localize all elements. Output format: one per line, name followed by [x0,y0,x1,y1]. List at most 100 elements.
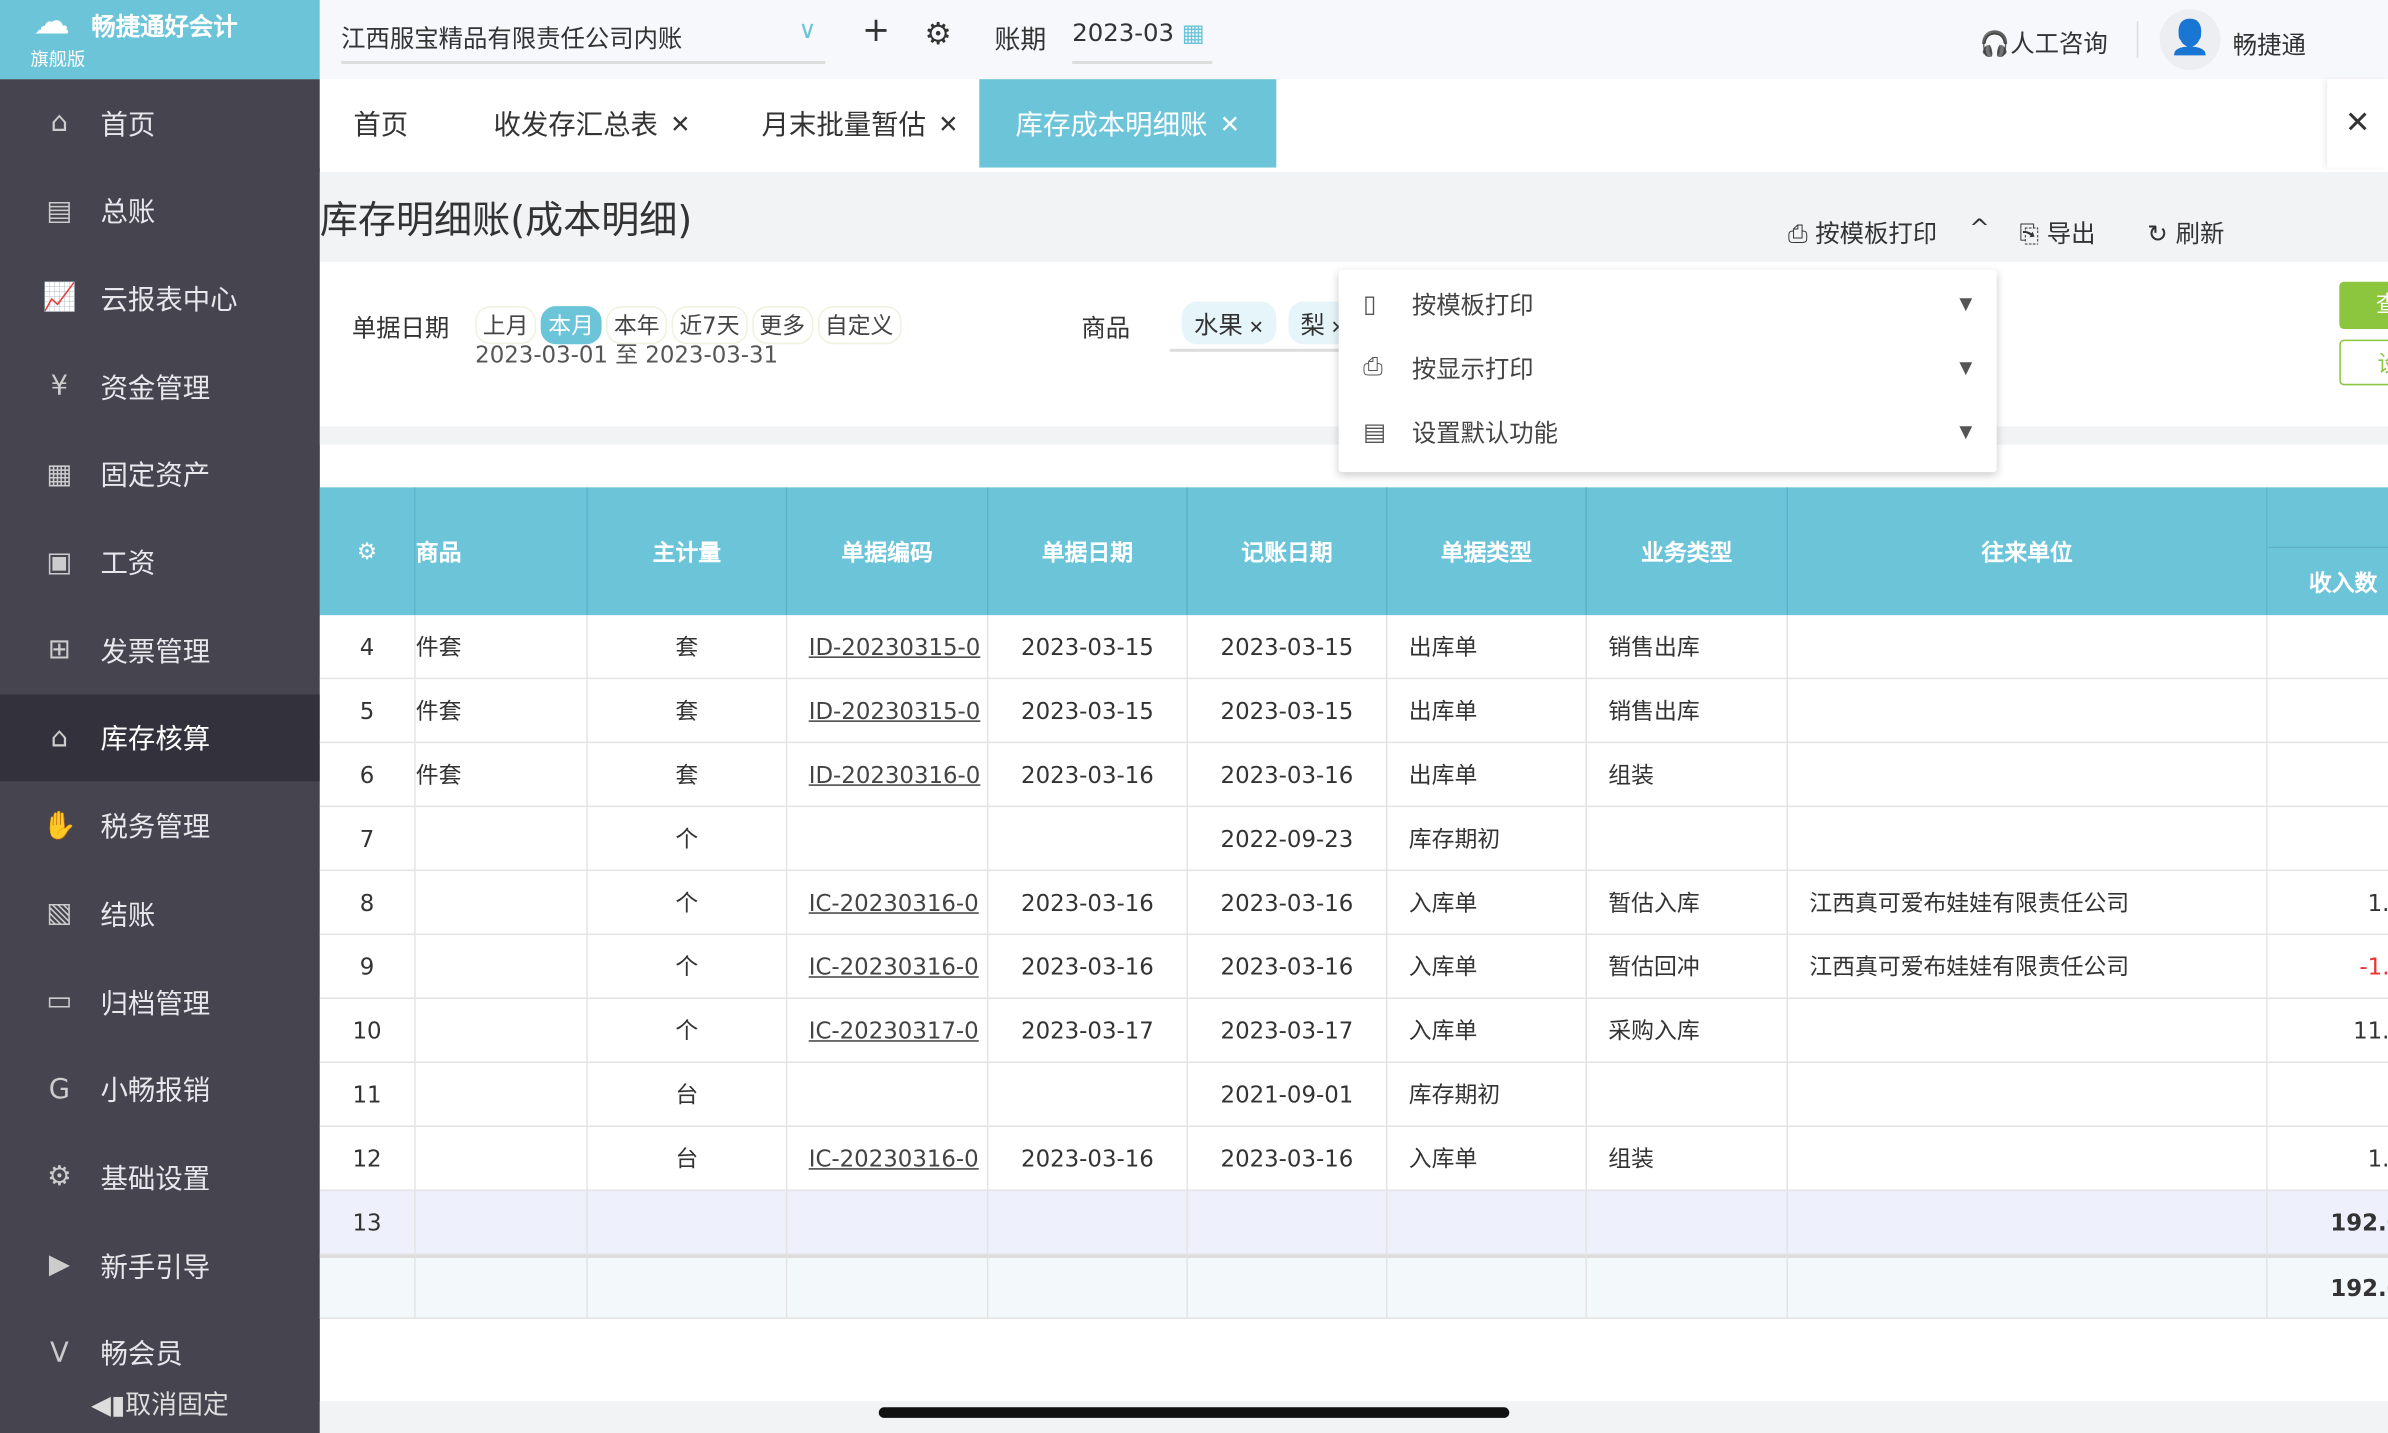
close-all-tabs-button[interactable]: ✕ [2327,79,2388,168]
document-link[interactable]: IC-20230317-0 [809,1017,979,1044]
cell-text: 2023-03-15 [1021,696,1154,725]
document-link[interactable]: ID-20230315-0 [809,633,981,660]
table-cell[interactable]: IC-20230316-0 [787,935,989,1000]
print-template-button[interactable]: ⎙ 按模板打印 [1788,213,1937,250]
column-header[interactable]: 单据日期 [988,487,1188,616]
table-cell: 6 [319,743,416,808]
export-button[interactable]: ⎘ 导出 [2019,213,2095,250]
query-button[interactable]: 查 [2339,281,2388,329]
table-cell[interactable]: ID-20230316-0 [787,743,989,808]
caret-down-icon[interactable]: ▼ [1959,293,1972,313]
cell-text: 套 [675,633,699,661]
tab-3[interactable]: 库存成本明细账 ✕ [979,79,1277,168]
column-header-label: 业务类型 [1641,538,1733,566]
table-cell[interactable]: ID-20230315-0 [787,615,989,680]
add-icon[interactable]: + [862,12,890,50]
sidebar-item-1[interactable]: ▤ 总账 [0,167,320,254]
sidebar-item-5[interactable]: ▣ 工资 [0,519,320,606]
table-cell [2267,743,2388,808]
dropdown-item[interactable]: ▯ 按模板打印 ▼ [1339,271,1997,335]
table-cell: 销售出库 [1586,679,1789,744]
printer-icon: ⎙ [1363,351,1383,381]
table-cell: 2023-03-16 [988,743,1188,808]
tab-0[interactable]: 首页 [353,79,408,167]
chevron-up-icon[interactable]: ^ [1969,213,1989,242]
company-select[interactable]: 江西服宝精品有限责任公司内账 ∨ [341,15,826,64]
user-name[interactable]: 畅捷通 [2233,24,2306,61]
support-button[interactable]: 🎧人工咨询 [1980,23,2108,60]
sidebar-item-9[interactable]: ▧ 结账 [0,870,320,957]
table-cell [988,1190,1188,1255]
sidebar-item-12[interactable]: ⚙ 基础设置 [0,1134,320,1221]
sidebar-item-6[interactable]: ⊞ 发票管理 [0,606,320,693]
column-header[interactable]: 单据编码 [787,487,989,616]
column-header[interactable]: 主计量 [587,487,788,616]
column-settings-icon[interactable]: ⚙ [319,487,416,616]
table-cell[interactable]: ID-20230315-0 [787,679,989,744]
period-picker[interactable]: 2023-03 ▦ [1072,15,1213,64]
sidebar-item-3[interactable]: ¥ 资金管理 [0,343,320,430]
sidebar-item-label: 新手引导 [100,1251,211,1284]
gear-icon[interactable]: ⚙ [924,15,951,52]
table-cell: 2023-03-15 [1187,615,1388,680]
document-link[interactable]: IC-20230316-0 [809,953,979,980]
avatar[interactable]: 👤 [2159,9,2221,71]
caret-down-icon[interactable]: ▼ [1959,421,1972,441]
sidebar-item-8[interactable]: ✋ 税务管理 [0,782,320,869]
column-header[interactable]: 收入数 [2267,548,2388,616]
tab-1[interactable]: 收发存汇总表 ✕ [493,79,690,167]
sidebar-item-2[interactable]: 📈 云报表中心 [0,255,320,342]
document-link[interactable]: ID-20230315-0 [809,697,981,724]
column-header[interactable]: 往来单位 [1788,487,2268,616]
table-cell [587,1254,788,1319]
table-cell [1788,1127,2268,1191]
table-cell: 2023-03-16 [1187,871,1388,936]
tab-2[interactable]: 月末批量暂估 ✕ [762,79,959,167]
reimburse-icon: G [48,1073,71,1106]
sidebar-item-0[interactable]: ⌂ 首页 [0,79,320,166]
column-header[interactable]: 单据类型 [1387,487,1587,616]
document-link[interactable]: ID-20230316-0 [809,761,981,788]
title-bar: 库存明细账(成本明细) ⎙ 按模板打印 ^ ⎘ 导出 ↻ 刷新 [319,172,2388,262]
column-header[interactable]: 记账日期 [1187,487,1388,616]
settings-button[interactable]: 设 [2339,339,2388,386]
caret-down-icon[interactable]: ▼ [1959,357,1972,377]
close-icon[interactable]: ✕ [1243,317,1264,338]
cell-text: 江西真可爱布娃娃有限责任公司 [1809,953,2130,981]
close-icon[interactable]: ✕ [938,109,958,138]
sidebar-item-4[interactable]: ▦ 固定资产 [0,431,320,518]
archive-icon: ▭ [46,985,73,1018]
dropdown-item[interactable]: ⎙ 按显示打印 ▼ [1339,335,1997,399]
goods-select[interactable]: 水果 ✕ 梨 ✕ [1169,301,1353,352]
table-cell [415,1190,588,1255]
document-link[interactable]: IC-20230316-0 [809,1145,979,1172]
close-icon[interactable]: ✕ [1220,109,1240,138]
sidebar-item-13[interactable]: ▶ 新手引导 [0,1222,320,1309]
table-cell [1788,807,2268,872]
column-header[interactable]: 业务类型 [1586,487,1789,616]
goods-filter-label: 商品 [1081,313,1131,343]
sidebar-item-7[interactable]: ⌂ 库存核算 [0,694,320,782]
refresh-button[interactable]: ↻ 刷新 [2147,213,2224,250]
sidebar-item-label: 发票管理 [100,636,211,669]
table-cell[interactable]: IC-20230316-0 [787,871,989,936]
cell-text: 11 [352,1080,382,1108]
sidebar-item-11[interactable]: G 小畅报销 [0,1046,320,1133]
column-header-label: 记账日期 [1241,538,1333,566]
table-cell: 出库单 [1387,615,1587,680]
table-cell [787,807,989,872]
table-cell[interactable]: IC-20230316-0 [787,1127,989,1191]
sidebar-item-label: 税务管理 [100,811,211,844]
column-header[interactable]: 商品 [415,487,588,616]
document-link[interactable]: IC-20230316-0 [809,889,979,916]
dropdown-item[interactable]: ▤ 设置默认功能 ▼ [1339,399,1997,463]
dropdown-item-label: 按显示打印 [1411,354,1534,384]
close-icon[interactable]: ✕ [670,109,690,138]
unpin-button[interactable]: ◀▮取消固定 [0,1383,320,1420]
table-cell[interactable]: IC-20230317-0 [787,999,989,1064]
cell-text: 组装 [1608,761,1655,789]
date-chip[interactable]: 自定义 [817,306,902,345]
table-cell: 4 [319,615,416,680]
sidebar-item-10[interactable]: ▭ 归档管理 [0,958,320,1045]
cell-text: 采购入库 [1608,1017,1700,1045]
